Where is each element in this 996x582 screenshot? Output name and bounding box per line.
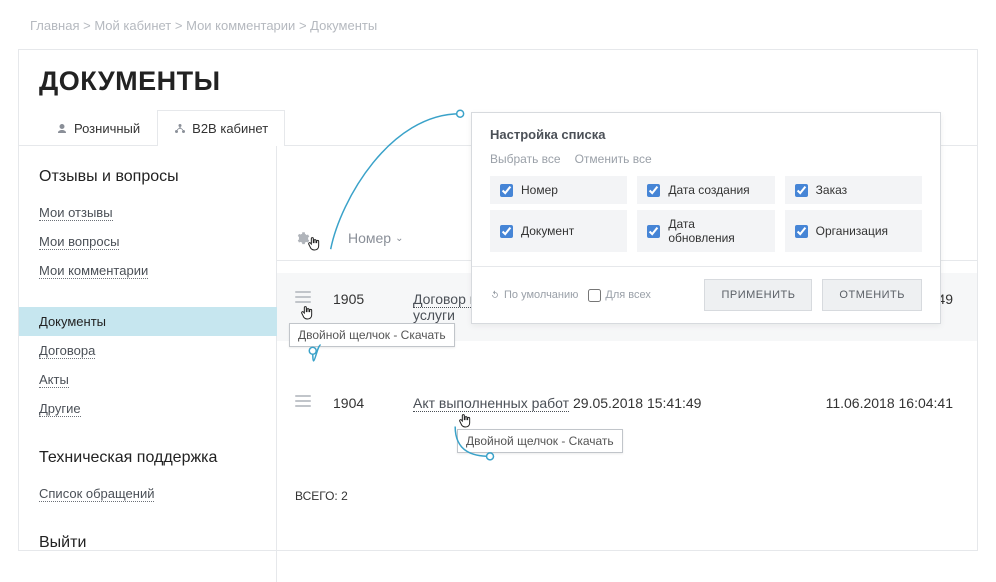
checkbox-org[interactable] (795, 225, 808, 238)
check-org[interactable]: Организация (785, 210, 922, 252)
checkbox-updated[interactable] (647, 225, 660, 238)
tab-retail[interactable]: Розничный (39, 110, 157, 146)
main-panel: ДОКУМЕНТЫ Розничный B2B кабинет Отзывы и… (18, 49, 978, 551)
crumb-0[interactable]: Главная (30, 18, 79, 33)
download-tooltip: Двойной щелчок - Скачать (289, 323, 455, 347)
settings-title: Настройка списка (472, 113, 940, 152)
sidebar-item-my-questions[interactable]: Мои вопросы (19, 227, 276, 256)
cursor-icon (299, 305, 315, 321)
select-all-link[interactable]: Выбрать все (490, 152, 561, 166)
col-header-number[interactable]: Номер ⌄ (348, 230, 403, 246)
org-icon (174, 123, 186, 135)
crumb-1[interactable]: Мой кабинет (94, 18, 171, 33)
checkbox-order[interactable] (795, 184, 808, 197)
sidebar-item-documents[interactable]: Документы (19, 307, 277, 336)
checkbox-number[interactable] (500, 184, 513, 197)
crumb-2[interactable]: Мои комментарии (186, 18, 295, 33)
page-title: ДОКУМЕНТЫ (19, 50, 977, 109)
cell-created: 29.05.2018 15:41:49 (573, 395, 763, 411)
checkbox-for-all[interactable] (588, 289, 601, 302)
reset-icon (490, 290, 500, 300)
sidebar-support-heading: Техническая поддержка (19, 445, 276, 479)
cancel-button[interactable]: ОТМЕНИТЬ (822, 279, 922, 311)
download-tooltip: Двойной щелчок - Скачать (457, 429, 623, 453)
drag-handle-icon[interactable] (295, 395, 311, 407)
apply-button[interactable]: ПРИМЕНИТЬ (704, 279, 812, 311)
total-count: 2 (341, 489, 348, 503)
doc-link[interactable]: Акт выполненных работ (413, 395, 569, 412)
deselect-all-link[interactable]: Отменить все (575, 152, 652, 166)
check-order[interactable]: Заказ (785, 176, 922, 204)
settings-footer: По умолчанию Для всех ПРИМЕНИТЬ ОТМЕНИТЬ (472, 266, 940, 323)
settings-popup: Настройка списка Выбрать все Отменить вс… (471, 112, 941, 324)
tab-retail-label: Розничный (74, 121, 140, 136)
cursor-icon (306, 236, 322, 252)
tab-b2b-label: B2B кабинет (192, 121, 268, 136)
tab-b2b[interactable]: B2B кабинет (157, 110, 285, 146)
settings-links: Выбрать все Отменить все (472, 152, 940, 176)
cursor-icon (457, 413, 473, 429)
sort-caret-icon: ⌄ (395, 233, 403, 244)
crumb-3: Документы (310, 18, 377, 33)
drag-handle-icon[interactable] (295, 291, 311, 303)
checkbox-document[interactable] (500, 225, 513, 238)
check-document[interactable]: Документ (490, 210, 627, 252)
settings-grid: Номер Дата создания Заказ Документ Дата … (472, 176, 940, 266)
check-created[interactable]: Дата создания (637, 176, 774, 204)
cell-number: 1904 (333, 395, 413, 411)
check-updated[interactable]: Дата обновления (637, 210, 774, 252)
check-number[interactable]: Номер (490, 176, 627, 204)
gear-wrap (295, 230, 326, 246)
sidebar-item-my-reviews[interactable]: Мои отзывы (19, 198, 276, 227)
sidebar-item-contracts[interactable]: Договора (19, 336, 276, 365)
for-all-check[interactable]: Для всех (588, 289, 650, 302)
sidebar-item-my-comments[interactable]: Мои комментарии (19, 256, 276, 285)
breadcrumb: Главная > Мой кабинет > Мои комментарии … (0, 0, 996, 43)
sidebar-item-acts[interactable]: Акты (19, 365, 276, 394)
cell-updated: 11.06.2018 16:04:41 (763, 395, 959, 411)
sidebar-item-tickets[interactable]: Список обращений (19, 479, 276, 508)
sidebar: Отзывы и вопросы Мои отзывы Мои вопросы … (19, 146, 277, 582)
sidebar-reviews-heading: Отзывы и вопросы (19, 164, 276, 198)
cell-doc: Акт выполненных работ (413, 395, 573, 411)
checkbox-created[interactable] (647, 184, 660, 197)
footer-total: ВСЕГО: 2 (277, 473, 977, 519)
sidebar-logout[interactable]: Выйти (19, 530, 276, 564)
reset-default-link[interactable]: По умолчанию (490, 289, 578, 301)
sidebar-item-other[interactable]: Другие (19, 394, 276, 423)
total-label: ВСЕГО: (295, 489, 338, 503)
table-row: 1904 Акт выполненных работ 29.05.2018 15… (277, 377, 977, 429)
cell-number: 1905 (333, 291, 413, 307)
user-icon (56, 123, 68, 135)
